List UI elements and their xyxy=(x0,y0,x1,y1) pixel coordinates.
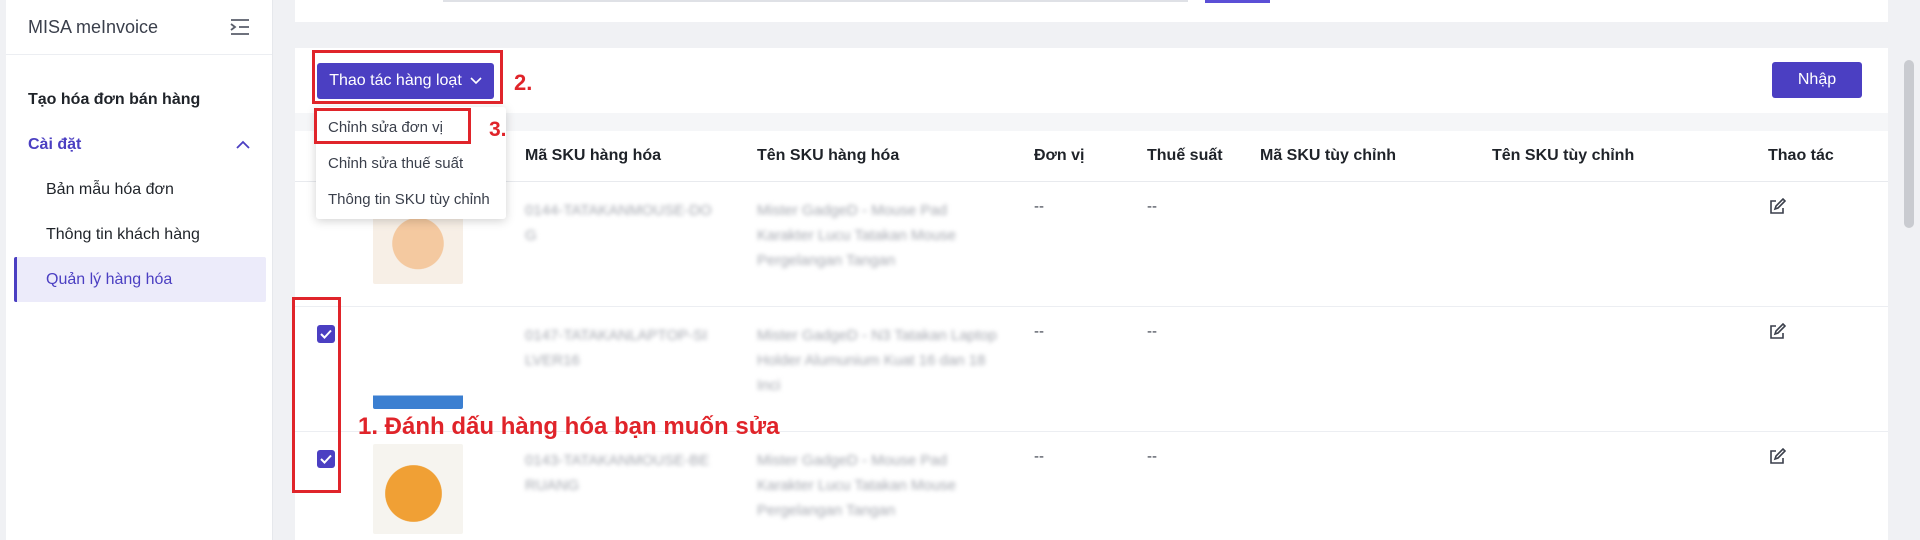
sidebar-item-settings[interactable]: Cài đặt xyxy=(6,122,272,167)
tax-value: -- xyxy=(1147,447,1157,465)
sku-code: 0147-TATAKANLAPTOP-SILVER16 xyxy=(525,326,708,369)
sidebar-item-label: Thông tin khách hàng xyxy=(46,225,200,243)
column-header: Mã SKU tùy chỉnh xyxy=(1260,131,1492,182)
sku-name: Mister GadgeD - N3 Tatakan Laptop Holder… xyxy=(757,326,997,394)
sidebar-item-create-invoice[interactable]: Tạo hóa đơn bán hàng xyxy=(6,77,272,122)
annotation-box-checkboxes xyxy=(292,297,341,493)
sku-code: 0144-TATAKANMOUSE-DOG xyxy=(525,201,712,244)
column-header: Tên SKU hàng hóa xyxy=(757,131,1034,182)
annotation-step3: 3. xyxy=(489,118,507,141)
unit-value: -- xyxy=(1034,322,1044,340)
sidebar-item-product-management[interactable]: Quản lý hàng hóa xyxy=(14,257,266,302)
column-header: Tên SKU tùy chỉnh xyxy=(1492,131,1768,182)
sku-name: Mister GadgeD - Mouse Pad Karakter Lucu … xyxy=(757,201,957,269)
sidebar: MISA meInvoice Tạo hóa đơn bán hàng Cài … xyxy=(6,0,273,540)
table-row: 0143-TATAKANMOUSE-BERUANG Mister GadgeD … xyxy=(295,431,1888,540)
annotation-step1: 1. Đánh dấu hàng hóa bạn muốn sửa xyxy=(358,413,780,440)
filter-strip xyxy=(295,0,1888,22)
edit-icon[interactable] xyxy=(1768,447,1787,470)
sku-name: Mister GadgeD - Mouse Pad Karakter Lucu … xyxy=(757,451,957,519)
search-button-edge[interactable] xyxy=(1205,0,1270,3)
sidebar-item-invoice-templates[interactable]: Bản mẫu hóa đơn xyxy=(6,167,272,212)
product-table: Mã SKU hàng hóa Tên SKU hàng hóa Đơn vị … xyxy=(295,131,1888,540)
app-title: MISA meInvoice xyxy=(28,16,159,37)
edit-icon[interactable] xyxy=(1768,322,1787,345)
product-panel: Thao tác hàng loạt Nhập Mã SKU hàng hóa … xyxy=(295,48,1888,540)
column-header: Thao tác xyxy=(1768,131,1888,182)
unit-value: -- xyxy=(1034,197,1044,215)
sku-code: 0143-TATAKANMOUSE-BERUANG xyxy=(525,451,710,494)
table-spacer xyxy=(295,113,1888,131)
menu-item-edit-tax[interactable]: Chỉnh sửa thuế suất xyxy=(316,145,506,181)
sidebar-item-label: Tạo hóa đơn bán hàng xyxy=(28,90,201,108)
toolbar: Thao tác hàng loạt Nhập xyxy=(295,48,1888,113)
product-image xyxy=(373,318,463,409)
collapse-menu-icon[interactable] xyxy=(230,18,250,36)
import-label: Nhập xyxy=(1797,71,1837,88)
table-row: 0144-TATAKANMOUSE-DOG Mister GadgeD - Mo… xyxy=(295,181,1888,307)
tax-value: -- xyxy=(1147,322,1157,340)
annotation-box-edit-unit xyxy=(314,108,471,144)
column-header: Thuế suất xyxy=(1147,131,1260,182)
table-header-row: Mã SKU hàng hóa Tên SKU hàng hóa Đơn vị … xyxy=(295,131,1888,182)
sidebar-item-customer-info[interactable]: Thông tin khách hàng xyxy=(6,212,272,257)
sidebar-item-label: Quản lý hàng hóa xyxy=(46,270,173,288)
sidebar-item-label: Bản mẫu hóa đơn xyxy=(46,180,174,198)
column-header: Mã SKU hàng hóa xyxy=(525,131,757,182)
annotation-box-bulk-button xyxy=(312,50,503,104)
menu-item-custom-sku[interactable]: Thông tin SKU tùy chỉnh xyxy=(316,181,506,217)
search-input-edge[interactable] xyxy=(443,0,1188,2)
sidebar-header: MISA meInvoice xyxy=(6,0,272,55)
column-header: Đơn vị xyxy=(1034,131,1147,182)
sidebar-item-label: Cài đặt xyxy=(28,135,82,153)
tax-value: -- xyxy=(1147,197,1157,215)
edit-icon[interactable] xyxy=(1768,197,1787,220)
scrollbar[interactable] xyxy=(1904,60,1914,228)
import-button[interactable]: Nhập xyxy=(1772,62,1862,98)
annotation-step2: 2. xyxy=(514,70,533,95)
unit-value: -- xyxy=(1034,447,1044,465)
chevron-up-icon xyxy=(236,140,250,149)
product-image xyxy=(373,443,463,534)
